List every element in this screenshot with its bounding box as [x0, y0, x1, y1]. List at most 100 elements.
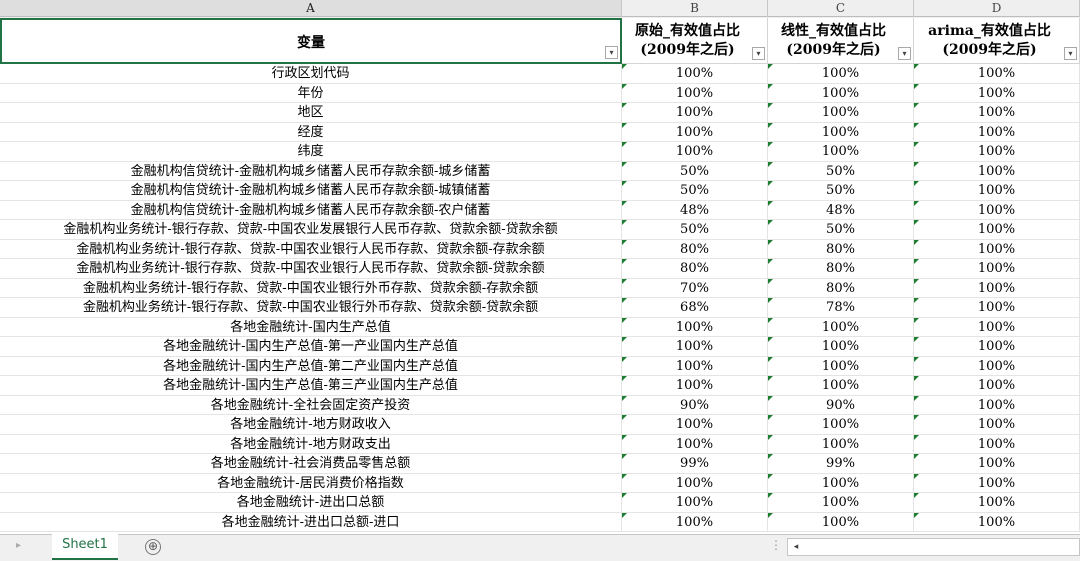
cell-original[interactable]: 100%: [622, 493, 768, 513]
cell-original[interactable]: 48%: [622, 200, 768, 220]
cell-arima[interactable]: 100%: [914, 493, 1080, 513]
cell-variable[interactable]: 各地金融统计-国内生产总值: [0, 317, 622, 337]
cell-original[interactable]: 100%: [622, 64, 768, 84]
cell-linear[interactable]: 100%: [768, 83, 914, 103]
cell-linear[interactable]: 99%: [768, 454, 914, 474]
cell-variable[interactable]: 金融机构业务统计-银行存款、贷款-中国农业银行外币存款、贷款余额-存款余额: [0, 278, 622, 298]
scroll-left-icon[interactable]: ◂: [790, 540, 802, 554]
sheet-tab-sheet1[interactable]: Sheet1: [52, 534, 118, 560]
filter-active-icon[interactable]: ▾: [752, 47, 765, 60]
cell-arima[interactable]: 100%: [914, 376, 1080, 396]
cell-linear[interactable]: 100%: [768, 122, 914, 142]
cell-arima[interactable]: 100%: [914, 278, 1080, 298]
cell-linear[interactable]: 100%: [768, 64, 914, 84]
cell-linear[interactable]: 50%: [768, 161, 914, 181]
cell-variable[interactable]: 各地金融统计-国内生产总值-第三产业国内生产总值: [0, 376, 622, 396]
cell-linear[interactable]: 100%: [768, 376, 914, 396]
filter-dropdown-icon[interactable]: ▾: [898, 47, 911, 60]
cell-original[interactable]: 80%: [622, 259, 768, 279]
cell-variable[interactable]: 金融机构业务统计-银行存款、贷款-中国农业银行外币存款、贷款余额-贷款余额: [0, 298, 622, 318]
cell-variable[interactable]: 金融机构业务统计-银行存款、贷款-中国农业银行人民币存款、贷款余额-存款余额: [0, 239, 622, 259]
cell-arima[interactable]: 100%: [914, 220, 1080, 240]
cell-arima[interactable]: 100%: [914, 83, 1080, 103]
cell-arima[interactable]: 100%: [914, 298, 1080, 318]
cell-original[interactable]: 100%: [622, 512, 768, 532]
cell-linear[interactable]: 100%: [768, 317, 914, 337]
cell-linear[interactable]: 100%: [768, 473, 914, 493]
cell-arima[interactable]: 100%: [914, 473, 1080, 493]
cell-linear[interactable]: 100%: [768, 415, 914, 435]
add-sheet-icon[interactable]: ⊕: [145, 539, 161, 555]
cell-arima[interactable]: 100%: [914, 434, 1080, 454]
cell-arima[interactable]: 100%: [914, 103, 1080, 123]
cell-original[interactable]: 50%: [622, 181, 768, 201]
cell-variable[interactable]: 各地金融统计-地方财政支出: [0, 434, 622, 454]
cell-arima[interactable]: 100%: [914, 512, 1080, 532]
cell-arima[interactable]: 100%: [914, 142, 1080, 162]
filter-dropdown-icon[interactable]: ▾: [605, 46, 618, 59]
column-header-c[interactable]: C: [768, 0, 914, 17]
cell-arima[interactable]: 100%: [914, 259, 1080, 279]
cell-arima[interactable]: 100%: [914, 200, 1080, 220]
cell-variable[interactable]: 各地金融统计-居民消费价格指数: [0, 473, 622, 493]
column-header-a[interactable]: A: [0, 0, 622, 17]
cell-linear[interactable]: 80%: [768, 278, 914, 298]
cell-variable[interactable]: 各地金融统计-国内生产总值-第一产业国内生产总值: [0, 337, 622, 357]
cell-arima[interactable]: 100%: [914, 337, 1080, 357]
cell-arima[interactable]: 100%: [914, 181, 1080, 201]
cell-variable[interactable]: 金融机构业务统计-银行存款、贷款-中国农业发展银行人民币存款、贷款余额-贷款余额: [0, 220, 622, 240]
cell-original[interactable]: 100%: [622, 376, 768, 396]
cell-variable[interactable]: 金融机构信贷统计-金融机构城乡储蓄人民币存款余额-城镇储蓄: [0, 181, 622, 201]
cell-original[interactable]: 100%: [622, 103, 768, 123]
cell-linear[interactable]: 50%: [768, 181, 914, 201]
cell-original[interactable]: 50%: [622, 220, 768, 240]
cell-linear[interactable]: 50%: [768, 220, 914, 240]
cell-variable[interactable]: 行政区划代码: [0, 64, 622, 84]
cell-original[interactable]: 100%: [622, 415, 768, 435]
cell-variable[interactable]: 经度: [0, 122, 622, 142]
cell-linear[interactable]: 100%: [768, 142, 914, 162]
cell-arima[interactable]: 100%: [914, 239, 1080, 259]
cell-linear[interactable]: 100%: [768, 103, 914, 123]
cell-linear[interactable]: 100%: [768, 512, 914, 532]
cell-linear[interactable]: 100%: [768, 337, 914, 357]
cell-variable[interactable]: 金融机构信贷统计-金融机构城乡储蓄人民币存款余额-农户储蓄: [0, 200, 622, 220]
cell-linear[interactable]: 48%: [768, 200, 914, 220]
cell-arima[interactable]: 100%: [914, 122, 1080, 142]
cell-arima[interactable]: 100%: [914, 64, 1080, 84]
cell-variable[interactable]: 纬度: [0, 142, 622, 162]
cell-arima[interactable]: 100%: [914, 395, 1080, 415]
cell-original[interactable]: 100%: [622, 142, 768, 162]
header-cell-arima[interactable]: arima_有效值占比 (2009年之后) ▾: [914, 18, 1080, 64]
cell-arima[interactable]: 100%: [914, 317, 1080, 337]
header-cell-linear[interactable]: 线性_有效值占比 (2009年之后) ▾: [768, 18, 914, 64]
cell-linear[interactable]: 100%: [768, 434, 914, 454]
header-cell-variable[interactable]: 变量 ▾: [0, 18, 622, 64]
cell-linear[interactable]: 80%: [768, 239, 914, 259]
cell-linear[interactable]: 100%: [768, 493, 914, 513]
cell-variable[interactable]: 各地金融统计-进出口总额-进口: [0, 512, 622, 532]
cell-arima[interactable]: 100%: [914, 415, 1080, 435]
splitter-dots-icon[interactable]: ⋮: [770, 538, 782, 552]
cell-original[interactable]: 50%: [622, 161, 768, 181]
cell-original[interactable]: 70%: [622, 278, 768, 298]
cell-variable[interactable]: 金融机构信贷统计-金融机构城乡储蓄人民币存款余额-城乡储蓄: [0, 161, 622, 181]
cell-linear[interactable]: 78%: [768, 298, 914, 318]
cell-arima[interactable]: 100%: [914, 356, 1080, 376]
cell-original[interactable]: 100%: [622, 337, 768, 357]
horizontal-scrollbar[interactable]: ◂: [787, 538, 1080, 556]
cell-arima[interactable]: 100%: [914, 454, 1080, 474]
cell-original[interactable]: 100%: [622, 356, 768, 376]
cell-arima[interactable]: 100%: [914, 161, 1080, 181]
cell-original[interactable]: 100%: [622, 317, 768, 337]
cell-linear[interactable]: 100%: [768, 356, 914, 376]
cell-linear[interactable]: 80%: [768, 259, 914, 279]
cell-variable[interactable]: 年份: [0, 83, 622, 103]
cell-original[interactable]: 90%: [622, 395, 768, 415]
column-header-d[interactable]: D: [914, 0, 1080, 17]
cell-variable[interactable]: 地区: [0, 103, 622, 123]
cell-variable[interactable]: 各地金融统计-进出口总额: [0, 493, 622, 513]
cell-original[interactable]: 80%: [622, 239, 768, 259]
cell-linear[interactable]: 90%: [768, 395, 914, 415]
cell-variable[interactable]: 各地金融统计-地方财政收入: [0, 415, 622, 435]
